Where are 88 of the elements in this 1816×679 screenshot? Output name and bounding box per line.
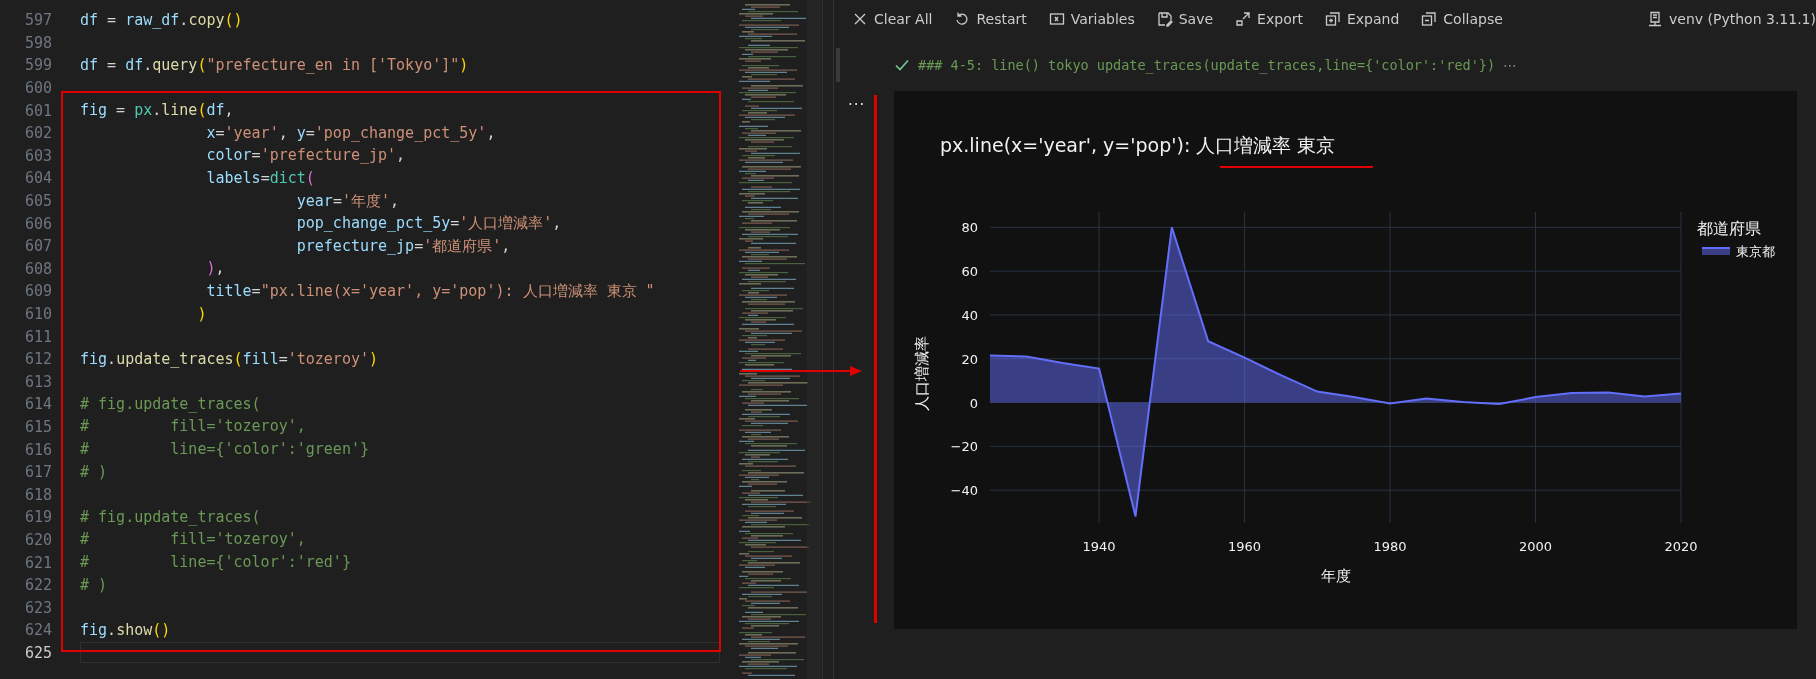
line-number: 620 [23,530,52,549]
y-axis-title: 人口増減率 [913,335,931,411]
line-number: 614 [23,395,52,414]
line-number: 606 [23,214,52,233]
kernel-picker[interactable]: venv (Python 3.11.1) [1647,9,1816,29]
line-number: 597 [23,11,52,30]
line-number: 616 [23,440,52,459]
line-number: 604 [23,169,52,188]
toolbar-button[interactable]: Restart [952,9,1029,29]
code-line: # fig.update_traces( [80,506,261,528]
code-line: # line={'color':'green'} [80,439,369,461]
line-number: 622 [23,576,52,595]
line-number: 602 [23,124,52,143]
y-tick-label: 0 [969,395,978,411]
line-number: 609 [23,282,52,301]
line-number: 612 [23,350,52,369]
code-line: # ) [80,574,108,596]
output-menu[interactable]: ... [848,91,866,109]
y-tick-label: 80 [961,220,978,236]
line-number: 601 [23,101,52,120]
close-icon [852,11,868,27]
line-number: 608 [23,259,52,278]
line-number: 611 [23,327,52,346]
line-number: 610 [23,305,52,323]
code-line: x='year', y='pop_change_pct_5y', [205,122,496,144]
code-line: df = df.query("prefecture_en in ['Tokyo']") [80,55,469,76]
line-number: 613 [23,372,52,391]
line-number: 607 [23,237,52,256]
computer-icon [1647,11,1664,27]
legend-swatch-icon[interactable] [1701,247,1731,255]
cell-title[interactable]: ### 4-5: line() tokyo update_traces(update_traces,line={'color':'red'}) [918,57,1496,73]
line-number: 603 [23,146,52,165]
scrollbar[interactable] [822,0,834,679]
toolbar-button[interactable]: Save [1154,9,1216,29]
line-number: 619 [23,508,52,527]
x-axis-title: 年度 [1320,567,1351,585]
line-number: 600 [23,79,52,98]
code-line: # line={'color':'red'} [80,552,351,574]
x-tick-label: 1980 [1373,539,1407,554]
line-number: 625 [23,643,52,662]
line-number: 598 [23,33,52,52]
more-text[interactable]: ⋯ [1503,57,1518,73]
legend-title: 都道府県 [1697,219,1761,238]
y-tick-label: 40 [961,307,978,323]
toolbar-button[interactable]: Collapse [1419,9,1505,29]
toolbar-button[interactable]: Export [1233,9,1305,29]
code-line: prefecture_jp='都道府県', [295,235,511,257]
code-line: fig.show() [80,619,171,641]
code-line: df = raw_df.copy() [80,9,243,31]
chart-title: px.line(x='year', y='pop'): 人口増減率 東京 [940,134,1336,156]
x-tick-label: 2020 [1664,539,1698,554]
code-line: # ) [80,461,108,483]
y-tick-label: 60 [961,264,978,280]
x-tick-label: 2000 [1519,539,1553,554]
line-number: 599 [23,56,52,75]
toolbar-button[interactable]: Expand [1322,9,1402,29]
code-line: title="px.line(x='year', y='pop'): 人口増減率 東京 " [205,280,655,302]
code-line: pop_change_pct_5y='人口増減率', [295,213,562,235]
export-icon [1235,11,1252,27]
x-tick-label: 1960 [1228,539,1262,554]
toolbar-button[interactable]: Variables [1046,9,1137,29]
code-line: labels=dict( [205,167,315,189]
code-line: ), [205,258,225,280]
save-icon [1156,11,1173,27]
toolbar-button[interactable]: Clear All [850,9,935,29]
code-line: # fill='tozeroy', [80,529,306,551]
code-line: fig.update_traces(fill='tozeroy') [80,348,379,370]
code-line: year='年度', [295,190,399,212]
y-tick-label: −20 [950,439,978,455]
code-line: fig = px.line(df, [80,100,234,122]
y-tick-label: 20 [961,351,978,367]
line-number: 618 [23,485,52,504]
line-number: 623 [23,598,52,617]
x-tick-label: 1940 [1082,539,1116,554]
collapse-icon [1421,11,1438,27]
line-number: 617 [23,463,52,482]
variables-icon [1048,11,1065,27]
line-number: 621 [23,553,52,572]
expand-icon [1324,11,1341,27]
y-tick-label: −40 [950,483,978,499]
code-line: color='prefecture_jp', [205,145,406,167]
code-line: ) [196,303,207,325]
legend-label[interactable]: 東京都 [1736,244,1775,259]
code-line: # fill='tozeroy', [80,416,306,438]
line-number: 605 [23,192,52,211]
line-number: 615 [23,418,52,436]
line-number: 624 [23,621,52,640]
code-line: # fig.update_traces( [80,393,261,415]
